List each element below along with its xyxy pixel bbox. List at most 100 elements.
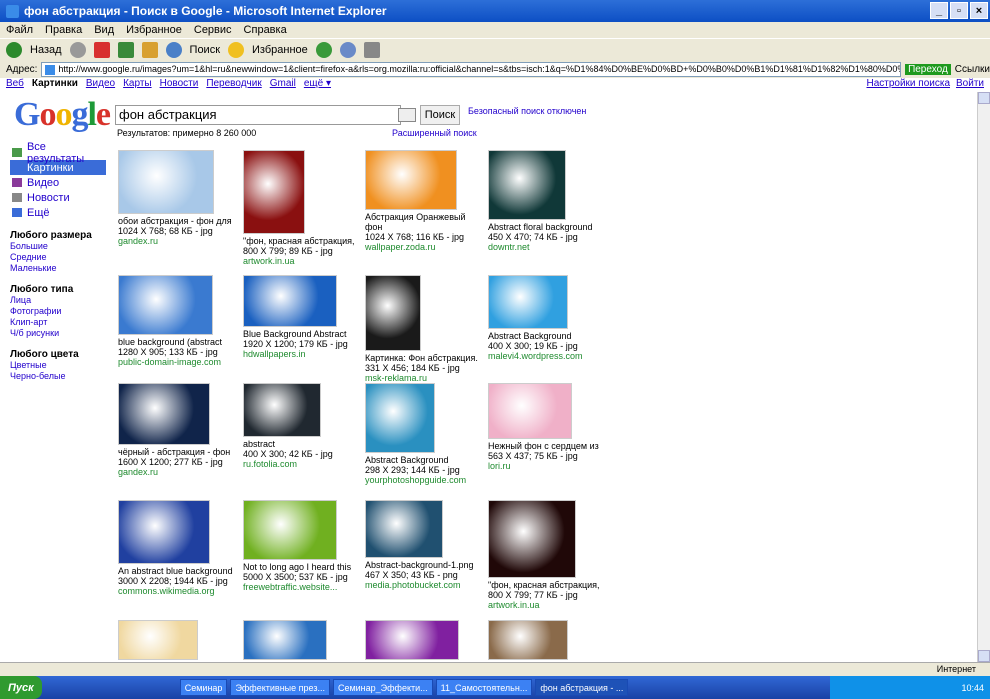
filter-link[interactable]: Лица xyxy=(10,295,106,306)
image-source[interactable]: yourphotoshopguide.com xyxy=(365,475,483,485)
address-input[interactable]: http://www.google.ru/images?um=1&hl=ru&n… xyxy=(41,61,902,77)
gnav-item[interactable]: Gmail xyxy=(270,78,296,92)
image-result[interactable]: Abstract Background 400 X 300; 19 КБ - jp… xyxy=(488,275,606,361)
safe-search-link[interactable]: Безопасный поиск отключен xyxy=(468,106,586,116)
image-result[interactable]: Абстракция Оранжевый фон 1024 X 768; 116 … xyxy=(365,150,483,252)
gnav-item[interactable]: Новости xyxy=(160,78,199,92)
image-source[interactable]: media.photobucket.com xyxy=(365,580,483,590)
image-source[interactable]: downtr.net xyxy=(488,242,606,252)
image-thumbnail[interactable] xyxy=(118,383,210,445)
image-result[interactable]: "фон, красная абстракция, 800 X 799; 89 К… xyxy=(243,150,361,266)
image-thumbnail[interactable] xyxy=(488,620,568,660)
menu-item[interactable]: Сервис xyxy=(194,24,232,36)
back-icon[interactable] xyxy=(6,41,22,58)
image-result[interactable] xyxy=(243,620,361,660)
maximize-button[interactable]: ▫ xyxy=(950,2,968,19)
image-title[interactable]: "фон, красная абстракция, xyxy=(243,236,361,246)
go-button[interactable]: Переход xyxy=(905,63,951,75)
search-input[interactable]: фон абстракция xyxy=(115,105,401,125)
image-result[interactable]: Картинка: Фон абстракция. 331 X 456; 184 … xyxy=(365,275,483,383)
filter-link[interactable]: Маленькие xyxy=(10,263,106,274)
image-source[interactable]: malevi4.wordpress.com xyxy=(488,351,606,361)
image-result[interactable]: Abstract floral background 450 X 470; 74 … xyxy=(488,150,606,252)
image-thumbnail[interactable] xyxy=(243,500,337,560)
image-title[interactable]: Картинка: Фон абстракция. xyxy=(365,353,483,363)
image-result[interactable]: An abstract blue background 3000 X 2208; … xyxy=(118,500,236,596)
image-thumbnail[interactable] xyxy=(243,383,321,437)
advanced-search-link[interactable]: Расширенный поиск xyxy=(392,128,477,138)
left-nav-item[interactable]: Все результаты xyxy=(10,141,106,165)
image-source[interactable]: artwork.in.ua xyxy=(488,600,606,610)
start-button[interactable]: Пуск xyxy=(0,676,42,699)
scroll-up-button[interactable] xyxy=(978,92,990,104)
minimize-button[interactable]: _ xyxy=(930,2,948,19)
image-title[interactable]: обои абстракция - фон для xyxy=(118,216,236,226)
refresh-icon[interactable] xyxy=(117,41,134,58)
image-source[interactable]: commons.wikimedia.org xyxy=(118,586,236,596)
image-source[interactable]: lori.ru xyxy=(488,461,606,471)
image-title[interactable]: Абстракция Оранжевый фон xyxy=(365,212,483,232)
search-settings-link[interactable]: Настройки поиска xyxy=(866,78,950,89)
image-result[interactable]: Abstract-background-1.png 467 X 350; 43 К… xyxy=(365,500,483,590)
close-button[interactable]: × xyxy=(970,2,988,19)
keyboard-icon[interactable] xyxy=(398,108,416,122)
left-nav-item[interactable]: Видео xyxy=(10,175,106,190)
favorites-label[interactable]: Избранное xyxy=(252,44,308,56)
print-icon[interactable] xyxy=(363,41,380,58)
filter-link[interactable]: Ч/б рисунки xyxy=(10,328,106,339)
image-result[interactable]: Blue Background Abstract 1920 X 1200; 179… xyxy=(243,275,361,359)
image-result[interactable]: blue background (abstract 1280 X 905; 133… xyxy=(118,275,236,367)
image-thumbnail[interactable] xyxy=(243,620,327,660)
image-title[interactable]: Abstract Background xyxy=(488,331,606,341)
left-nav-item[interactable]: Ещё xyxy=(10,205,106,220)
taskbar-item[interactable]: Семинар_Эффекти... xyxy=(332,679,433,696)
menu-item[interactable]: Вид xyxy=(94,24,114,36)
image-source[interactable]: msk-reklama.ru xyxy=(365,373,483,383)
image-result[interactable]: Нежный фон с сердцем из 563 X 437; 75 КБ … xyxy=(488,383,606,471)
left-nav-item[interactable]: Новости xyxy=(10,190,106,205)
menu-item[interactable]: Файл xyxy=(6,24,33,36)
gnav-item[interactable]: Картинки xyxy=(32,78,78,92)
image-result[interactable] xyxy=(365,620,483,660)
image-result[interactable]: Not to long ago I heard this 5000 X 3500;… xyxy=(243,500,361,592)
filter-link[interactable]: Средние xyxy=(10,252,106,263)
menu-item[interactable]: Правка xyxy=(45,24,82,36)
search-icon[interactable] xyxy=(165,41,182,58)
image-title[interactable]: "фон, красная абстракция, xyxy=(488,580,606,590)
image-thumbnail[interactable] xyxy=(365,150,457,210)
image-source[interactable]: freewebtraffic.website... xyxy=(243,582,361,592)
filter-link[interactable]: Цветные xyxy=(10,360,106,371)
scroll-down-button[interactable] xyxy=(978,650,990,662)
home-icon[interactable] xyxy=(141,41,158,58)
login-link[interactable]: Войти xyxy=(956,78,984,89)
search-button[interactable]: Поиск xyxy=(420,105,460,125)
mail-icon[interactable] xyxy=(339,41,356,58)
image-source[interactable]: gandex.ru xyxy=(118,236,236,246)
image-thumbnail[interactable] xyxy=(365,620,459,660)
history-icon[interactable] xyxy=(315,41,332,58)
taskbar-item[interactable]: Эффективные през... xyxy=(230,679,330,696)
taskbar-item[interactable]: фон абстракция - ... xyxy=(535,679,629,696)
filter-link[interactable]: Черно-белые xyxy=(10,371,106,382)
image-source[interactable]: ru.fotolia.com xyxy=(243,459,361,469)
image-thumbnail[interactable] xyxy=(118,275,213,335)
image-title[interactable]: An abstract blue background xyxy=(118,566,236,576)
image-title[interactable]: blue background (abstract xyxy=(118,337,236,347)
image-title[interactable]: чёрный - абстракция - фон xyxy=(118,447,236,457)
image-title[interactable]: abstract xyxy=(243,439,361,449)
gnav-item[interactable]: Карты xyxy=(123,78,152,92)
filter-link[interactable]: Клип-арт xyxy=(10,317,106,328)
image-thumbnail[interactable] xyxy=(488,275,568,329)
links-label[interactable]: Ссылки xyxy=(955,64,990,75)
stop-icon[interactable] xyxy=(93,41,110,58)
back-label[interactable]: Назад xyxy=(30,44,62,56)
forward-icon[interactable] xyxy=(69,41,86,58)
search-label[interactable]: Поиск xyxy=(190,44,220,56)
image-thumbnail[interactable] xyxy=(118,150,214,214)
image-result[interactable]: обои абстракция - фон для 1024 X 768; 68 … xyxy=(118,150,236,246)
gnav-item[interactable]: Переводчик xyxy=(206,78,261,92)
gnav-item[interactable]: Видео xyxy=(86,78,115,92)
image-result[interactable]: abstract 400 X 300; 42 КБ - jpg ru.fotolia… xyxy=(243,383,361,469)
filter-link[interactable]: Большие xyxy=(10,241,106,252)
image-title[interactable]: Blue Background Abstract xyxy=(243,329,361,339)
